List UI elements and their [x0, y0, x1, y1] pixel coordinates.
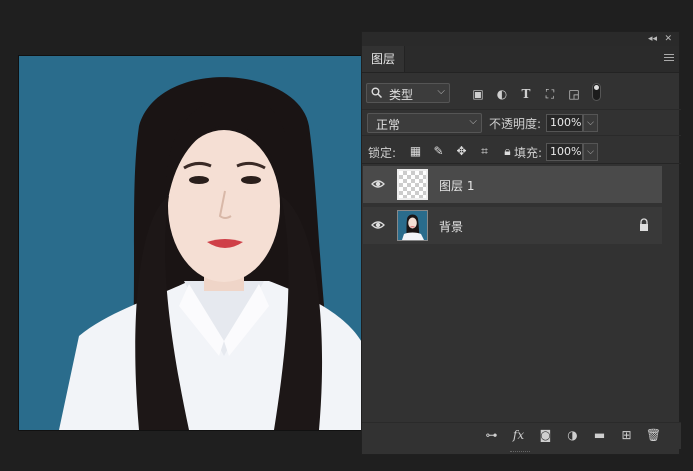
- layer-thumbnail: [397, 169, 428, 200]
- blend-mode-label: 正常: [376, 118, 401, 132]
- chevron-down-icon: ⌵: [437, 86, 445, 97]
- panel-menu-icon[interactable]: [664, 52, 674, 63]
- fill-chevron-icon[interactable]: ⌵: [583, 143, 598, 161]
- panel-tabbar: 图层: [362, 46, 679, 73]
- panel-resize-grip[interactable]: [510, 451, 530, 455]
- delete-layer-icon[interactable]: 🗑︎: [640, 428, 667, 442]
- lock-artboard-icon[interactable]: ⌗: [473, 144, 496, 159]
- filter-kind-select[interactable]: 类型 ⌵: [366, 83, 450, 103]
- fill-label: 填充:: [514, 146, 543, 160]
- chevron-down-icon: ⌵: [469, 116, 477, 127]
- add-mask-icon[interactable]: ◙: [532, 428, 559, 442]
- lock-image-pixels-icon[interactable]: ✎: [427, 144, 450, 159]
- pixel-layer-filter-icon[interactable]: ▣: [466, 87, 490, 101]
- panel-topbar: ◂◂ ✕: [362, 32, 679, 46]
- new-group-icon[interactable]: ▬: [586, 428, 613, 442]
- shape-layer-filter-icon[interactable]: ⛶: [538, 87, 562, 102]
- collapse-icon[interactable]: ◂◂: [648, 32, 657, 46]
- lock-icon: [640, 218, 648, 231]
- type-layer-filter-icon[interactable]: T: [514, 87, 538, 101]
- layer-name[interactable]: 背景: [439, 218, 463, 235]
- link-layers-icon[interactable]: ⊶: [478, 428, 505, 442]
- filter-toggle-icon[interactable]: [592, 83, 601, 101]
- adjustment-layer-filter-icon[interactable]: ◐: [490, 87, 514, 101]
- close-icon[interactable]: ✕: [664, 32, 672, 46]
- layer-row-layer1[interactable]: 图层 1: [363, 166, 662, 203]
- smart-object-filter-icon[interactable]: ◲: [562, 87, 586, 101]
- search-icon: [371, 87, 382, 98]
- blend-mode-select[interactable]: 正常 ⌵: [367, 113, 482, 133]
- eye-icon[interactable]: [371, 178, 385, 190]
- opacity-label: 不透明度:: [489, 117, 542, 131]
- opacity-input[interactable]: 100%: [546, 114, 583, 132]
- layers-panel: ◂◂ ✕ 图层 类型 ⌵ ▣ ◐ T ⛶ ◲ 正常 ⌵ 不透明度: 100% ⌵…: [361, 31, 681, 455]
- eye-icon[interactable]: [371, 219, 385, 231]
- filter-kind-label: 类型: [389, 88, 414, 102]
- lock-transparent-pixels-icon[interactable]: ▦: [404, 144, 427, 159]
- new-adjustment-icon[interactable]: ◑: [559, 428, 586, 442]
- lock-row: 锁定: ▦ ✎ ✥ ⌗ 🔒︎ 填充: 100% ⌵: [362, 139, 681, 164]
- portrait-photo[interactable]: [18, 55, 382, 431]
- filter-row: 类型 ⌵ ▣ ◐ T ⛶ ◲: [362, 79, 681, 110]
- new-layer-icon[interactable]: ⊞: [613, 428, 640, 442]
- layer-row-background[interactable]: 背景: [363, 207, 662, 244]
- blend-row: 正常 ⌵ 不透明度: 100% ⌵: [362, 111, 681, 136]
- opacity-chevron-icon[interactable]: ⌵: [583, 114, 598, 132]
- layers-bottom-bar: ⊶ fx ◙ ◑ ▬ ⊞ 🗑︎: [362, 422, 681, 449]
- layer-thumbnail: [397, 210, 428, 241]
- layer-name[interactable]: 图层 1: [439, 177, 474, 194]
- fx-icon[interactable]: fx: [505, 428, 532, 442]
- tab-layers[interactable]: 图层: [362, 46, 406, 72]
- lock-position-icon[interactable]: ✥: [450, 144, 473, 159]
- fill-input[interactable]: 100%: [546, 143, 583, 161]
- lock-label: 锁定:: [368, 146, 397, 160]
